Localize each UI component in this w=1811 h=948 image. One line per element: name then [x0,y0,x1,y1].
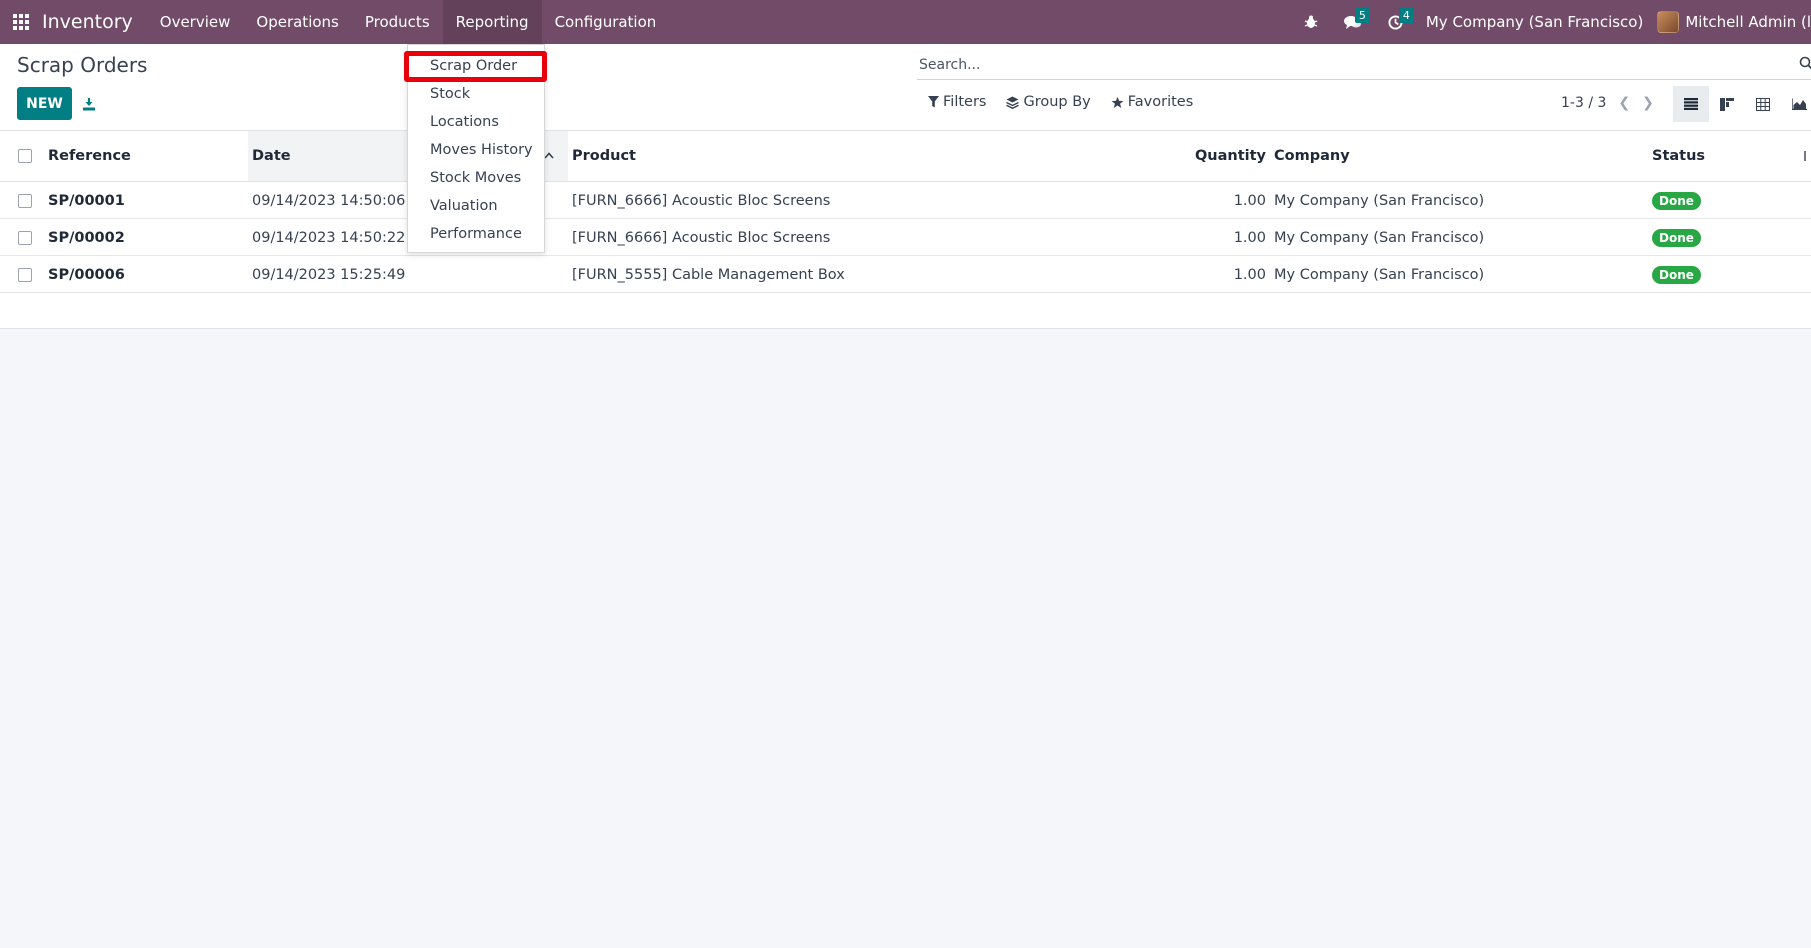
search-input[interactable] [917,57,1777,73]
cell-product: [FURN_6666] Acoustic Bloc Screens [572,229,831,246]
search-icon[interactable] [1799,56,1811,74]
row-checkbox[interactable] [18,267,32,282]
dropdown-item-stock[interactable]: Stock [408,80,544,108]
status-badge: Done [1652,228,1701,247]
pager: 1-3 / 3 ❮ ❯ [1561,95,1654,111]
status-badge: Done [1652,265,1701,284]
reporting-dropdown-menu: Scrap Order Stock Locations Moves Histor… [404,44,547,253]
search-options: Filters Group By Favorites [928,94,1193,110]
cell-date: 09/14/2023 14:50:06 [252,192,406,209]
dropdown-item-locations[interactable]: Locations [408,108,544,136]
row-select-cell [18,182,32,219]
download-icon[interactable] [78,93,100,115]
cell-quantity: 1.00 [1233,229,1266,246]
dropdown-item-stock-moves[interactable]: Stock Moves [408,164,544,192]
dropdown-item-valuation[interactable]: Valuation [408,192,544,220]
debug-bug-icon[interactable] [1291,0,1331,44]
cell-quantity: 1.00 [1233,266,1266,283]
column-quantity[interactable]: Quantity [1170,131,1266,181]
cell-reference: SP/00006 [48,266,125,283]
pager-value[interactable]: 1-3 / 3 [1561,95,1606,111]
optional-columns-toggle-icon[interactable] [1803,131,1811,181]
menu-overview[interactable]: Overview [147,0,244,44]
table-row[interactable]: SP/00001 09/14/2023 14:50:06 [FURN_6666]… [0,182,1811,219]
cell-product: [FURN_6666] Acoustic Bloc Screens [572,192,831,209]
pager-prev-icon[interactable]: ❮ [1618,95,1630,111]
top-navbar: Inventory Overview Operations Products R… [0,0,1811,44]
activities-clock-icon[interactable]: 4 [1375,0,1416,44]
cell-product: [FURN_5555] Cable Management Box [572,266,845,283]
menu-reporting[interactable]: Reporting [442,0,542,44]
user-name: Mitchell Admin (l [1685,13,1811,31]
view-switcher [1673,86,1811,122]
column-date-label: Date [252,148,291,164]
control-panel: Scrap Orders NEW Filters Group By Favori… [0,44,1811,131]
new-button[interactable]: NEW [17,87,72,120]
row-checkbox[interactable] [18,230,32,245]
star-icon [1111,96,1124,108]
apps-menu-icon[interactable] [0,0,42,44]
select-all-cell [18,131,34,181]
pager-next-icon[interactable]: ❯ [1642,95,1654,111]
cell-company: My Company (San Francisco) [1274,229,1485,246]
table-row[interactable]: SP/00002 09/14/2023 14:50:22 [FURN_6666]… [0,219,1811,256]
favorites-button[interactable]: Favorites [1111,94,1194,110]
page-title: Scrap Orders [17,53,148,77]
cell-date: 09/14/2023 15:25:49 [252,266,406,283]
status-cell: Done [1652,219,1701,256]
menu-products[interactable]: Products [352,0,443,44]
row-checkbox[interactable] [18,193,32,208]
search-bar [917,51,1811,80]
filters-label: Filters [943,94,987,110]
row-select-cell [18,256,32,293]
messages-icon[interactable]: 5 [1331,0,1375,44]
graph-view-icon[interactable] [1781,86,1811,122]
filter-icon [928,96,939,108]
pivot-view-icon[interactable] [1745,86,1781,122]
row-select-cell [18,219,32,256]
app-name[interactable]: Inventory [42,11,147,33]
dropdown-item-performance[interactable]: Performance [408,220,544,248]
column-product[interactable]: Product [572,131,1132,181]
cell-date: 09/14/2023 14:50:22 [252,229,406,246]
list-view-icon[interactable] [1673,86,1709,122]
menu-operations[interactable]: Operations [243,0,351,44]
favorites-label: Favorites [1127,94,1194,110]
user-avatar [1657,11,1680,33]
table-row[interactable]: SP/00006 09/14/2023 15:25:49 [FURN_5555]… [0,256,1811,293]
kanban-view-icon[interactable] [1709,86,1745,122]
select-all-checkbox[interactable] [18,149,32,163]
column-company[interactable]: Company [1274,131,1574,181]
activities-count-badge: 4 [1398,8,1414,23]
cell-reference: SP/00002 [48,229,125,246]
cell-quantity: 1.00 [1233,192,1266,209]
cell-company: My Company (San Francisco) [1274,192,1485,209]
scrap-orders-list: Reference Date Product Quantity Company … [0,131,1811,329]
column-status[interactable]: Status [1652,131,1772,181]
dropdown-item-scrap-order[interactable]: Scrap Order [408,52,544,80]
table-header: Reference Date Product Quantity Company … [0,131,1811,182]
dropdown-item-moves-history[interactable]: Moves History [408,136,544,164]
sort-ascending-icon [544,147,554,163]
cell-company: My Company (San Francisco) [1274,266,1485,283]
status-cell: Done [1652,182,1701,219]
group-by-label: Group By [1023,94,1091,110]
group-by-button[interactable]: Group By [1006,94,1091,110]
column-reference[interactable]: Reference [48,131,248,181]
status-cell: Done [1652,256,1701,293]
user-menu[interactable]: Mitchell Admin (l [1657,11,1811,33]
status-badge: Done [1652,191,1701,210]
cell-reference: SP/00001 [48,192,125,209]
filters-button[interactable]: Filters [928,94,986,110]
menu-configuration[interactable]: Configuration [542,0,670,44]
company-switcher[interactable]: My Company (San Francisco) [1416,13,1657,31]
layers-icon [1006,96,1020,109]
messages-count-badge: 5 [1354,8,1370,23]
